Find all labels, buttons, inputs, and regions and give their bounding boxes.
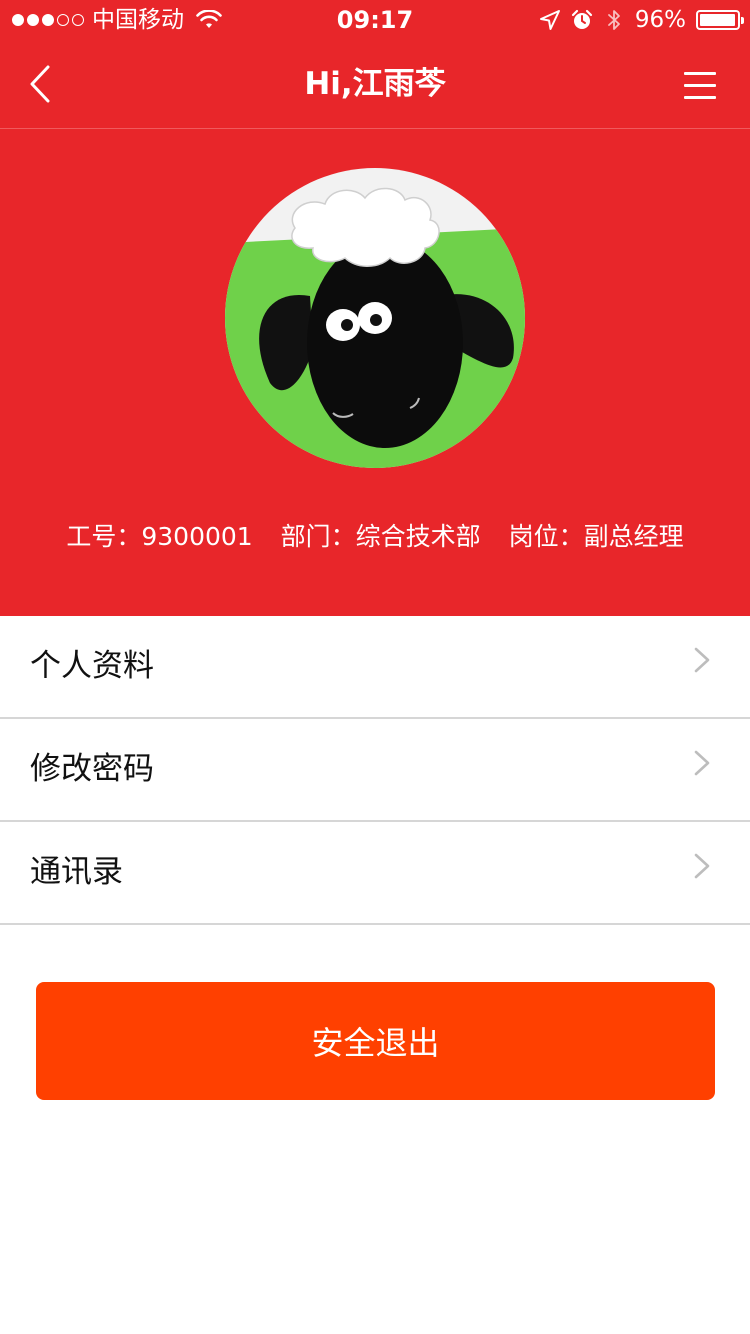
bluetooth-icon xyxy=(607,10,620,30)
position: 岗位：副总经理 xyxy=(508,522,684,551)
chevron-right-icon xyxy=(694,853,710,879)
battery-percent: 96% xyxy=(634,7,686,33)
status-bar-right: 96% xyxy=(539,6,744,34)
battery-icon xyxy=(696,10,744,30)
menu-item-label: 通讯录 xyxy=(30,854,123,890)
settings-menu-list: 个人资料 修改密码 通讯录 xyxy=(0,616,750,925)
avatar[interactable] xyxy=(225,168,525,468)
menu-item-personal-info[interactable]: 个人资料 xyxy=(0,616,750,719)
chevron-right-icon xyxy=(694,647,710,673)
department: 部门：综合技术部 xyxy=(280,522,481,551)
menu-item-contacts[interactable]: 通讯录 xyxy=(0,822,750,925)
menu-button[interactable] xyxy=(680,70,720,102)
employee-info: 工号：9300001 部门：综合技术部 岗位：副总经理 xyxy=(0,519,750,555)
alarm-icon xyxy=(571,9,592,29)
menu-item-change-password[interactable]: 修改密码 xyxy=(0,719,750,822)
battery-level xyxy=(700,14,735,26)
page-title: Hi,江雨芩 xyxy=(304,66,446,102)
menu-item-label: 个人资料 xyxy=(30,648,154,684)
location-arrow-icon xyxy=(539,10,560,30)
menu-item-label: 修改密码 xyxy=(30,751,154,787)
sheep-avatar-icon xyxy=(225,168,525,468)
status-bar: 中国移动 09:17 96% xyxy=(0,0,750,40)
profile-header: 工号：9300001 部门：综合技术部 岗位：副总经理 xyxy=(0,129,750,616)
navigation-bar: Hi,江雨芩 xyxy=(0,40,750,129)
logout-button[interactable]: 安全退出 xyxy=(36,982,715,1100)
employee-id: 工号：9300001 xyxy=(66,522,253,551)
chevron-right-icon xyxy=(694,750,710,776)
